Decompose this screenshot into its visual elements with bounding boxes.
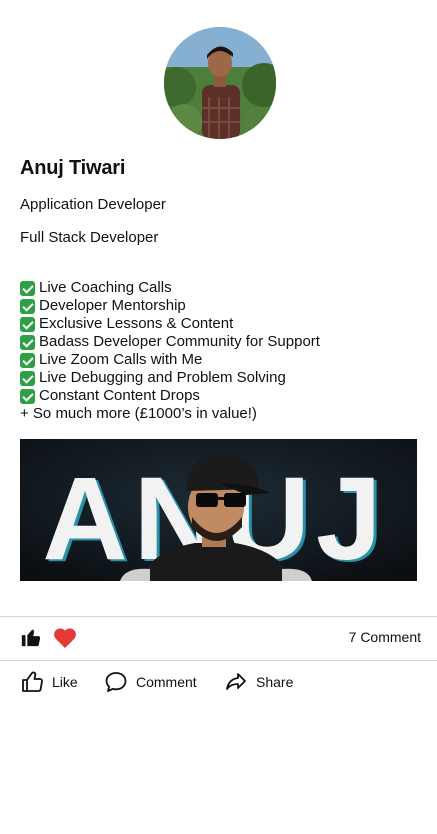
feature-item: Exclusive Lessons & Content (20, 315, 320, 333)
like-label: Like (52, 674, 78, 690)
post-banner-image[interactable]: ANUJ ANUJ (20, 439, 417, 581)
like-button[interactable]: Like (20, 670, 78, 694)
check-icon (20, 352, 35, 368)
check-icon (20, 316, 35, 332)
banner-graphic: ANUJ ANUJ (20, 439, 417, 581)
share-label: Share (256, 674, 294, 690)
check-icon (20, 370, 35, 386)
feature-list: Live Coaching Calls Developer Mentorship… (20, 279, 320, 423)
comment-button[interactable]: Comment (104, 670, 197, 694)
comment-label: Comment (136, 674, 197, 690)
feature-item: Live Coaching Calls (20, 279, 320, 297)
share-arrow-icon (226, 673, 246, 690)
feature-item: Live Debugging and Problem Solving (20, 369, 320, 387)
avatar-photo (164, 27, 276, 139)
feature-item: Constant Content Drops (20, 387, 320, 405)
share-button[interactable]: Share (224, 670, 293, 694)
profile-subtitle: Full Stack Developer (20, 229, 159, 246)
profile-avatar[interactable] (164, 27, 276, 139)
check-icon (20, 298, 35, 314)
check-icon (20, 388, 35, 404)
check-icon (20, 280, 35, 296)
feature-item: Badass Developer Community for Support (20, 333, 320, 351)
heart-reaction-icon[interactable] (52, 627, 78, 649)
feature-item: Developer Mentorship (20, 297, 320, 315)
feature-extra: + So much more (£1000’s in value!) (20, 405, 257, 422)
feature-item: Live Zoom Calls with Me (20, 351, 320, 369)
check-icon (20, 334, 35, 350)
profile-name: Anuj Tiwari (20, 157, 126, 179)
divider (0, 660, 437, 661)
divider (0, 616, 437, 617)
comment-bubble-icon (105, 672, 127, 692)
thumbs-up-icon (22, 671, 43, 692)
thumbs-up-reaction-icon[interactable] (20, 626, 42, 648)
comment-count[interactable]: 7 Comment (349, 629, 421, 645)
profile-title: Application Developer (20, 196, 166, 213)
